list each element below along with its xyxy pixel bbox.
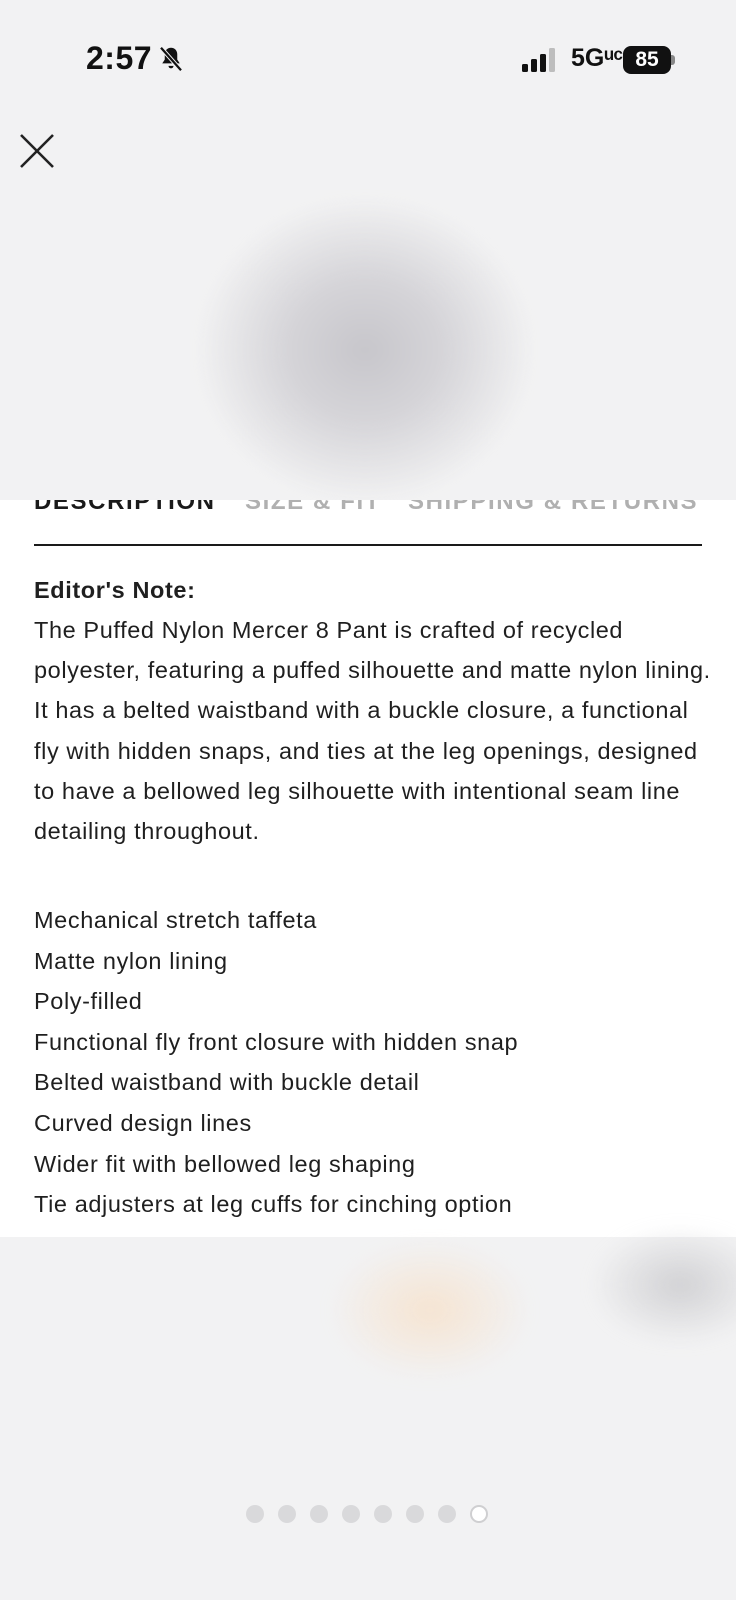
carousel-dot[interactable]	[246, 1505, 264, 1523]
carousel-dot[interactable]	[438, 1505, 456, 1523]
tab-shipping-returns[interactable]: SHIPPING & RETURNS	[408, 500, 698, 516]
network-type: 5Gᵘᶜ	[571, 44, 624, 72]
status-bar: 2:57 5Gᵘᶜ 85	[0, 0, 736, 120]
signal-icon	[522, 48, 555, 72]
battery-icon: 85	[623, 46, 675, 74]
status-time: 2:57	[86, 40, 153, 76]
product-image-blurred-bottom	[330, 1240, 530, 1380]
product-image-blurred-bottom-right	[590, 1225, 736, 1345]
carousel-dot[interactable]	[406, 1505, 424, 1523]
description-content: Editor's Note: The Puffed Nylon Mercer 8…	[34, 570, 714, 1217]
feature-item: Mechanical stretch taffeta	[34, 907, 317, 933]
product-image-blurred	[200, 200, 530, 500]
carousel-dot[interactable]	[278, 1505, 296, 1523]
feature-item: Belted waistband with buckle detail	[34, 1069, 420, 1096]
feature-item: Functional fly front closure with hidden…	[34, 1028, 519, 1055]
tab-size-fit[interactable]: SIZE & FIT	[245, 500, 381, 516]
description-body: The Puffed Nylon Mercer 8 Pant is crafte…	[34, 617, 711, 845]
feature-item: Curved design lines	[34, 1109, 252, 1136]
feature-list: Mechanical stretch taffeta Matte nylon l…	[34, 900, 518, 1225]
carousel-dot-active[interactable]	[470, 1505, 488, 1523]
battery-cap	[671, 55, 675, 65]
carousel-dots	[246, 1505, 496, 1525]
info-tabs: DESCRIPTION SIZE & FIT SHIPPING & RETURN…	[34, 500, 702, 532]
carousel-dot[interactable]	[310, 1505, 328, 1523]
feature-item: Poly-filled	[34, 988, 143, 1015]
close-icon[interactable]	[18, 132, 56, 170]
bell-muted-icon	[159, 46, 183, 72]
carousel-dot[interactable]	[374, 1505, 392, 1523]
carousel-dot[interactable]	[342, 1505, 360, 1523]
battery-level: 85	[623, 46, 671, 74]
tab-divider	[34, 544, 702, 546]
feature-item: Tie adjusters at leg cuffs for cinching …	[34, 1191, 513, 1218]
editors-note-heading: Editor's Note:	[34, 577, 196, 603]
tab-description[interactable]: DESCRIPTION	[34, 500, 216, 516]
product-info-panel: DESCRIPTION SIZE & FIT SHIPPING & RETURN…	[0, 500, 736, 1237]
feature-item: Wider fit with bellowed leg shaping	[34, 1150, 416, 1177]
feature-item: Matte nylon lining	[34, 947, 228, 974]
